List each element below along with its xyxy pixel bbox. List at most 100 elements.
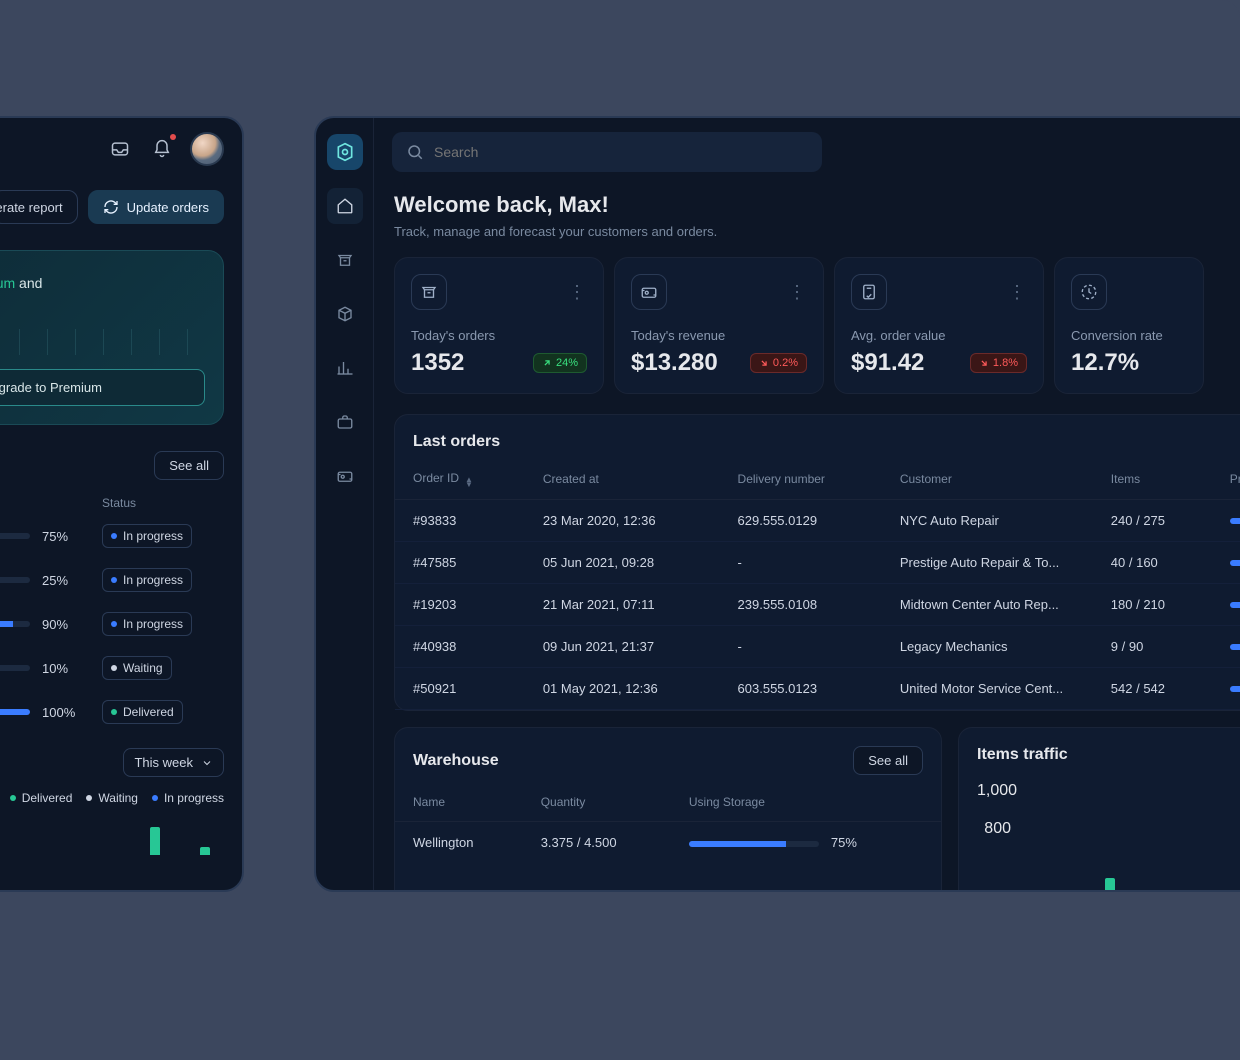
status-row: 90%In progress (0, 602, 242, 646)
table-row[interactable]: #4093809 Jun 2021, 21:37-Legacy Mechanic… (395, 626, 1240, 668)
table-row[interactable]: #1920321 Mar 2021, 07:11239.555.0108Midt… (395, 584, 1240, 626)
nav-package-icon[interactable] (327, 296, 363, 332)
main-dashboard-card: Welcome back, Max! Track, manage and for… (314, 116, 1240, 892)
status-dot-icon (111, 621, 117, 627)
progress-cell (1212, 626, 1240, 668)
created-at-cell: 23 Mar 2020, 12:36 (525, 500, 720, 542)
update-orders-button[interactable]: Update orders (88, 190, 224, 224)
progress-percent: 25% (42, 573, 90, 588)
stat-menu-icon[interactable]: ⋮ (568, 282, 587, 303)
order-id-cell: #19203 (395, 584, 525, 626)
traffic-bar-chart (1017, 838, 1240, 892)
customer-cell: Legacy Mechanics (882, 626, 1093, 668)
y-tick-label: 1,000 (977, 782, 1011, 800)
chart-bar (200, 847, 210, 855)
stat-label: Conversion rate (1071, 328, 1187, 343)
stat-icon (411, 274, 447, 310)
notification-dot-icon (170, 134, 176, 140)
items-cell: 180 / 210 (1093, 584, 1212, 626)
stat-menu-icon[interactable]: ⋮ (788, 282, 807, 303)
stat-card: ⋮ Avg. order value $91.42 1.8% (834, 257, 1044, 394)
created-at-cell: 05 Jun 2021, 09:28 (525, 542, 720, 584)
warehouse-see-all-button[interactable]: See all (853, 746, 923, 775)
select-label: This week (134, 755, 193, 770)
generate-report-button[interactable]: erate report (0, 190, 78, 224)
sort-icon: ▲▼ (465, 477, 473, 487)
status-row: 10% Waiting (0, 646, 242, 690)
upgrade-to-premium-button[interactable]: Upgrade to Premium (0, 369, 205, 406)
nav-home-icon[interactable] (327, 188, 363, 224)
table-row[interactable]: #5092101 May 2021, 12:36603.555.0123Unit… (395, 668, 1240, 710)
items-cell: 240 / 275 (1093, 500, 1212, 542)
refresh-icon (103, 199, 119, 215)
status-row: 75%In progress (0, 514, 242, 558)
customer-cell: United Motor Service Cent... (882, 668, 1093, 710)
legend-dot-icon (10, 795, 16, 801)
section-title: Items traffic (977, 746, 1068, 764)
notifications-icon[interactable] (148, 135, 176, 163)
chart-legend: DeliveredWaitingIn progress (0, 783, 242, 813)
stat-menu-icon[interactable]: ⋮ (1008, 282, 1027, 303)
items-traffic-panel: Items traffic 1,000 800 (958, 727, 1240, 892)
progress-cell (1212, 668, 1240, 710)
table-col-header[interactable]: Order ID▲▼ (395, 459, 525, 500)
warehouse-qty-cell: 3.375 / 4.500 (523, 822, 671, 864)
status-dot-icon (111, 665, 117, 671)
stat-card: ⋮Today's orders135224% (394, 257, 604, 394)
stat-delta-badge: 0.2% (750, 353, 807, 373)
page-subtitle: Track, manage and forecast your customer… (394, 224, 1240, 239)
table-row[interactable]: #4758505 Jun 2021, 09:28-Prestige Auto R… (395, 542, 1240, 584)
app-logo-icon[interactable] (327, 134, 363, 170)
table-col-header: Created at (525, 459, 720, 500)
table-col-header: Name (395, 783, 523, 822)
button-label: erate report (0, 200, 63, 215)
progress-percent: 10% (42, 661, 90, 676)
stat-value: 12.7% (1071, 349, 1139, 377)
search-input[interactable] (434, 144, 808, 160)
status-badge: In progress (102, 524, 192, 548)
progress-cell (1212, 500, 1240, 542)
button-label: Update orders (127, 200, 209, 215)
nav-briefcase-icon[interactable] (327, 404, 363, 440)
status-dot-icon (111, 709, 117, 715)
warehouse-usage-cell: 75% (671, 822, 941, 864)
timeframe-select[interactable]: This week (123, 748, 224, 777)
last-orders-panel: Last orders Order ID▲▼Created atDelivery… (394, 414, 1240, 711)
stat-value: $91.42 (851, 349, 924, 377)
search-box[interactable] (392, 132, 822, 172)
table-col-header: Customer (882, 459, 1093, 500)
table-row[interactable]: #9383323 Mar 2020, 12:36629.555.0129NYC … (395, 500, 1240, 542)
premium-link[interactable]: Redro Premium (0, 275, 15, 291)
nav-archive-icon[interactable] (327, 242, 363, 278)
stat-icon (1071, 274, 1107, 310)
customer-cell: NYC Auto Repair (882, 500, 1093, 542)
table-col-header: Delivery number (720, 459, 882, 500)
table-col-header: Items (1093, 459, 1212, 500)
stat-card: ⋮Today's revenue$13.2800.2% (614, 257, 824, 394)
progress-bar (0, 665, 30, 671)
order-id-cell: #50921 (395, 668, 525, 710)
items-cell: 40 / 160 (1093, 542, 1212, 584)
chart-bar (1105, 878, 1115, 892)
premium-grid-decoration (0, 329, 205, 355)
nav-analytics-icon[interactable] (327, 350, 363, 386)
see-all-button[interactable]: See all (154, 451, 224, 480)
status-dot-icon (111, 577, 117, 583)
avatar[interactable] (190, 132, 224, 166)
stat-label: Avg. order value (851, 328, 1027, 343)
delivery-number-cell: 239.555.0108 (720, 584, 882, 626)
status-badge: Waiting (102, 656, 172, 680)
legend-item: Delivered (10, 791, 73, 805)
chart-bar (150, 827, 160, 855)
stat-delta-badge: 1.8% (970, 353, 1027, 373)
inbox-icon[interactable] (106, 135, 134, 163)
section-title: Last orders (413, 433, 500, 451)
table-row[interactable]: Wellington3.375 / 4.50075% (395, 822, 941, 864)
y-tick-label: 800 (977, 820, 1011, 838)
delivery-number-cell: 603.555.0123 (720, 668, 882, 710)
items-cell: 542 / 542 (1093, 668, 1212, 710)
page-title: Welcome back, Max! (394, 192, 1240, 218)
warehouse-name-cell: Wellington (395, 822, 523, 864)
nav-payments-icon[interactable] (327, 458, 363, 494)
mini-bar-chart (0, 813, 242, 855)
